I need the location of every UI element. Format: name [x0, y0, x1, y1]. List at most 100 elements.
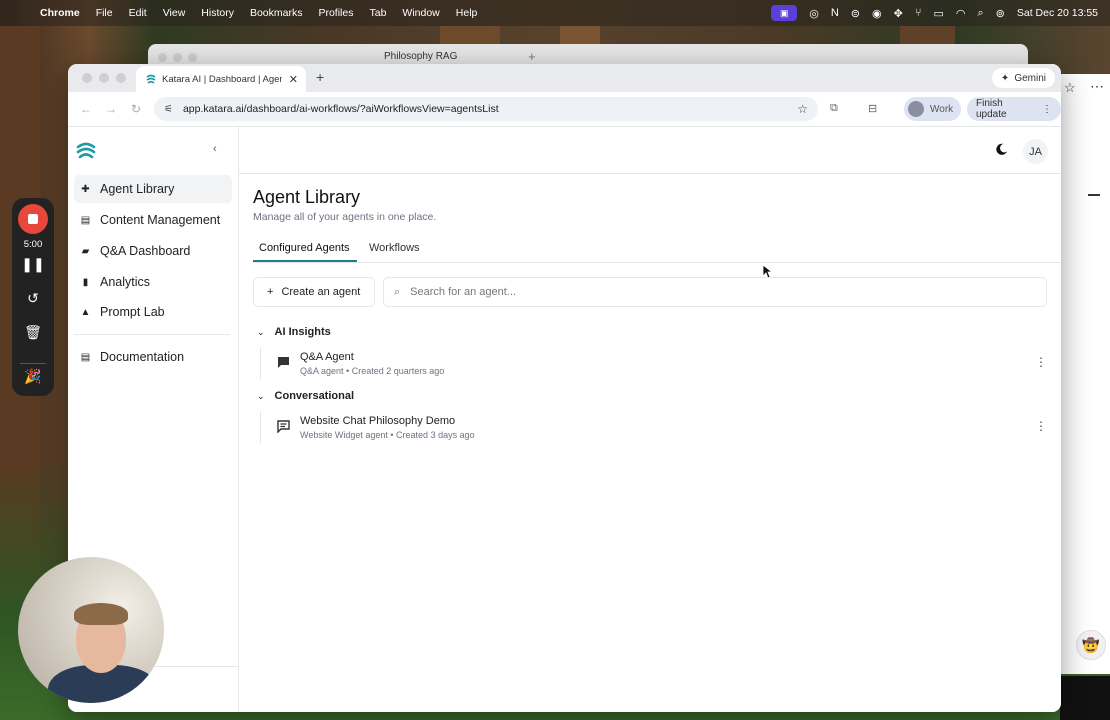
agent-tabs: Configured Agents Workflows	[253, 236, 1061, 263]
sidebar-item-qa-dashboard[interactable]: ▰ Q&A Dashboard	[74, 237, 232, 265]
profile-label: Work	[930, 103, 954, 115]
menu-bookmarks[interactable]: Bookmarks	[250, 7, 303, 19]
group-ai-insights-toggle[interactable]: ⌄ AI Insights	[257, 326, 331, 338]
profile-button[interactable]: Work	[904, 97, 962, 121]
menu-history[interactable]: History	[201, 7, 234, 19]
tab-workflows[interactable]: Workflows	[369, 242, 420, 254]
background-window-edge: ☆ ⋯ 🤠	[1060, 74, 1110, 674]
active-tab[interactable]: Katara AI | Dashboard | Agen ✕	[136, 66, 306, 92]
sidebar-item-agent-library[interactable]: ✚ Agent Library	[74, 175, 232, 203]
star-icon[interactable]: ☆	[1064, 80, 1076, 96]
menu-line-icon	[1088, 194, 1100, 196]
sidebar-item-documentation[interactable]: ▤ Documentation	[74, 343, 232, 371]
screen-record-icon[interactable]: ▣	[771, 5, 798, 21]
sidebar-item-label: Agent Library	[100, 182, 175, 196]
gemini-button[interactable]: ✦ Gemini	[991, 68, 1055, 88]
reload-icon[interactable]: ↻	[131, 102, 141, 116]
agent-meta: Website Widget agent • Created 3 days ag…	[300, 430, 475, 440]
page-subtitle: Manage all of your agents in one place.	[253, 211, 437, 223]
group-conversational-toggle[interactable]: ⌄ Conversational	[257, 390, 354, 402]
webcam-bubble[interactable]	[18, 557, 164, 703]
menu-profiles[interactable]: Profiles	[318, 7, 353, 19]
restart-icon[interactable]: ↺	[12, 290, 54, 307]
extensions-icon[interactable]: ⧉	[830, 102, 838, 115]
background-new-tab-icon[interactable]: +	[528, 49, 536, 64]
browser-toolbar: ← → ↻ ⚟ app.katara.ai/dashboard/ai-workf…	[68, 92, 1061, 126]
menu-help[interactable]: Help	[456, 7, 478, 19]
user-avatar[interactable]: JA	[1023, 139, 1048, 164]
bookmark-star-icon[interactable]: ☆	[797, 102, 808, 116]
stop-recording-button[interactable]	[18, 204, 48, 234]
search-placeholder: Search for an agent...	[410, 286, 516, 298]
status-icon-1[interactable]: ◎	[809, 7, 819, 20]
dark-edge	[1060, 676, 1110, 720]
notion-icon[interactable]: N	[831, 7, 839, 19]
pause-icon[interactable]: ❚❚	[12, 256, 54, 273]
spotlight-icon[interactable]: ⌕	[977, 7, 983, 20]
agent-more-options-icon[interactable]: ⋮	[1035, 419, 1047, 433]
tab-bar: Katara AI | Dashboard | Agen ✕ + ✦ Gemin…	[68, 64, 1061, 92]
status-icon-4[interactable]: ⑂	[915, 7, 922, 19]
confetti-icon[interactable]: 🎉	[12, 368, 54, 385]
finish-update-button[interactable]: Finish update ⋮	[967, 97, 1061, 121]
sidebar-item-label: Prompt Lab	[100, 305, 165, 319]
menu-tab[interactable]: Tab	[369, 7, 386, 19]
group-title: AI Insights	[274, 326, 331, 338]
profile-avatar	[908, 101, 924, 117]
menu-file[interactable]: File	[96, 7, 113, 19]
active-tab-underline	[253, 260, 357, 262]
background-tab-title[interactable]: Philosophy RAG	[384, 51, 457, 62]
trash-icon[interactable]: 🗑	[12, 324, 54, 341]
book-icon: ▤	[80, 351, 91, 363]
flask-icon: ▲	[80, 306, 91, 318]
dropbox-icon[interactable]: ✥	[894, 7, 903, 20]
plus-icon: +	[267, 286, 274, 298]
macos-menu-bar: Chrome File Edit View History Bookmarks …	[0, 0, 1110, 26]
menu-window[interactable]: Window	[402, 7, 439, 19]
main-content: Agent Library Manage all of your agents …	[239, 174, 1061, 712]
web-page: ‹ ✚ Agent Library ▤ Content Management ▰…	[68, 126, 1061, 712]
chat-bubble-icon	[278, 357, 289, 368]
sidebar-item-label: Analytics	[100, 275, 151, 289]
status-icon-2[interactable]: ⊜	[851, 7, 860, 20]
agent-more-options-icon[interactable]: ⋮	[1035, 355, 1047, 369]
top-bar: JA	[239, 127, 1061, 174]
status-icon-3[interactable]: ◉	[872, 7, 882, 20]
menu-clock[interactable]: Sat Dec 20 13:55	[1017, 7, 1098, 19]
traffic-lights[interactable]	[82, 73, 126, 83]
assistant-avatar-icon[interactable]: 🤠	[1076, 630, 1106, 660]
close-tab-icon[interactable]: ✕	[289, 73, 298, 86]
menu-edit[interactable]: Edit	[129, 7, 147, 19]
new-tab-button[interactable]: +	[316, 69, 324, 85]
dark-mode-toggle-icon[interactable]	[995, 143, 1008, 156]
url-text[interactable]: app.katara.ai/dashboard/ai-workflows/?ai…	[183, 103, 499, 115]
back-arrow-icon[interactable]: ←	[80, 102, 92, 116]
wifi-icon[interactable]: ◠	[956, 7, 966, 20]
agent-row-website-chat[interactable]: Website Chat Philosophy Demo Website Wid…	[260, 411, 1047, 444]
sidebar-item-content-management[interactable]: ▤ Content Management	[74, 206, 232, 234]
create-agent-button[interactable]: + Create an agent	[253, 277, 375, 307]
sidebar-item-label: Q&A Dashboard	[100, 244, 191, 258]
tab-search-icon[interactable]: ⊟	[868, 102, 877, 115]
agent-search-input[interactable]: ⌕ Search for an agent...	[383, 277, 1047, 307]
tab-configured-agents[interactable]: Configured Agents	[259, 242, 350, 254]
more-icon[interactable]: ⋯	[1090, 78, 1104, 95]
recording-divider	[20, 363, 46, 364]
tab-title: Katara AI | Dashboard | Agen	[162, 73, 282, 85]
recording-controls: 5:00 ❚❚ ↺ 🗑 🎉	[12, 198, 54, 396]
collapse-sidebar-icon[interactable]: ‹	[213, 143, 217, 155]
control-center-icon[interactable]: ⊚	[996, 7, 1005, 20]
menu-view[interactable]: View	[163, 7, 186, 19]
create-agent-label: Create an agent	[281, 286, 361, 298]
address-bar[interactable]: ⚟ app.katara.ai/dashboard/ai-workflows/?…	[154, 97, 818, 121]
sidebar-item-analytics[interactable]: ▮ Analytics	[74, 268, 232, 296]
agent-row-qa-agent[interactable]: Q&A Agent Q&A agent • Created 2 quarters…	[260, 347, 1047, 380]
battery-icon[interactable]: ▭	[933, 7, 943, 20]
chat-icon: ▰	[81, 245, 90, 257]
site-settings-icon[interactable]: ⚟	[164, 104, 173, 115]
menu-app-name[interactable]: Chrome	[40, 7, 80, 19]
katara-logo-icon[interactable]	[76, 141, 96, 161]
agent-name: Website Chat Philosophy Demo	[300, 415, 456, 427]
forward-arrow-icon[interactable]: →	[105, 102, 117, 116]
sidebar-item-prompt-lab[interactable]: ▲ Prompt Lab	[74, 298, 232, 326]
